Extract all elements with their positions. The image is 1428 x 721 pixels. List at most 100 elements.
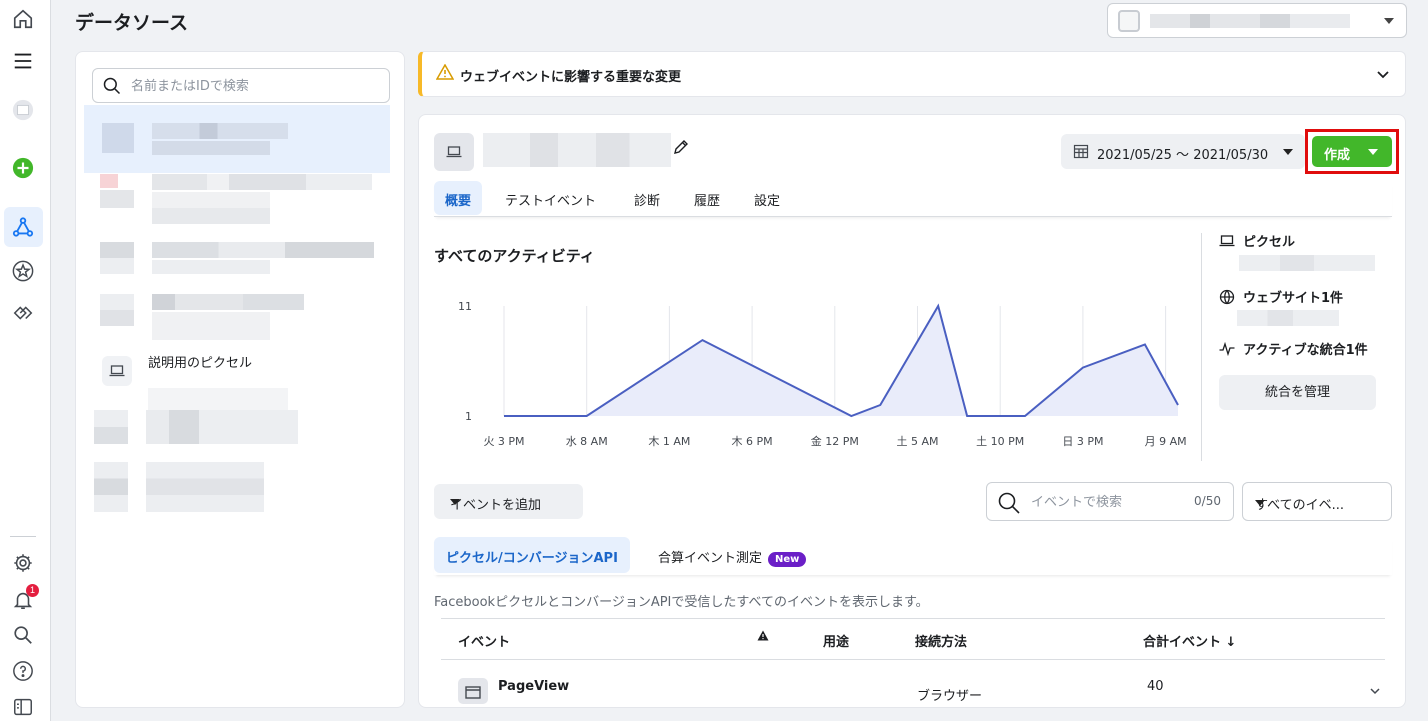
event-total: 40: [1147, 679, 1164, 694]
source-search-box[interactable]: [92, 68, 390, 103]
website-heading-text: ウェブサイト1件: [1243, 291, 1344, 306]
chart-x-tick-label: 月 9 AM: [1145, 435, 1187, 448]
chevron-down-icon: [1283, 149, 1293, 155]
account-avatar-icon[interactable]: [10, 97, 36, 123]
chevron-down-icon: [1384, 18, 1394, 24]
events-manager-icon[interactable]: [10, 214, 36, 240]
chart-series-area: [504, 306, 1179, 416]
manage-integrations-button[interactable]: 統合を管理: [1219, 375, 1376, 410]
date-range-text: 2021/05/25 〜 2021/05/30: [1097, 148, 1269, 163]
chevron-down-icon[interactable]: [1377, 68, 1389, 83]
chevron-down-icon: [450, 499, 460, 505]
redacted-block: [152, 123, 288, 139]
tab-diagnostics[interactable]: 診断: [623, 181, 671, 215]
date-range-picker[interactable]: 2021/05/25 〜 2021/05/30: [1061, 134, 1305, 169]
pixel-id-redacted: [1239, 255, 1375, 271]
search-icon: [103, 77, 121, 95]
pixel-name-redacted: [483, 133, 671, 167]
event-subtabs: ピクセル/コンバージョンAPI 合算イベント測定 New: [434, 537, 1392, 575]
add-event-label: イベントを追加: [450, 498, 542, 513]
create-button-label: 作成: [1324, 148, 1351, 163]
column-event[interactable]: イベント: [458, 631, 510, 650]
redacted-block: [148, 388, 288, 410]
tab-pixel-conversion-api[interactable]: ピクセル/コンバージョンAPI: [434, 537, 630, 573]
pixel-tabs: 概要 テストイベント 診断 履歴 設定: [434, 181, 1392, 217]
chart-x-tick-label: 金 12 PM: [811, 434, 859, 448]
event-search-count: 0/50: [1194, 494, 1221, 508]
redacted-block: [152, 294, 304, 310]
warning-icon: [757, 630, 769, 645]
data-source-list-panel: 説明用のピクセル: [75, 51, 405, 708]
column-connection-method[interactable]: 接続方法: [915, 631, 967, 650]
menu-icon[interactable]: [10, 48, 36, 74]
redacted-block: [152, 260, 270, 274]
toggle-panel-icon[interactable]: [10, 694, 36, 720]
redacted-block: [100, 294, 134, 326]
chart-y-tick-label: 11: [458, 300, 472, 313]
chart-x-tick-label: 水 8 AM: [566, 435, 608, 448]
account-name-redacted: [1150, 14, 1350, 28]
chart-x-tick-label: 火 3 PM: [483, 435, 524, 448]
tab-aggregated-event-measurement[interactable]: 合算イベント測定 New: [646, 537, 818, 573]
new-badge: New: [768, 552, 807, 567]
chart-x-tick-label: 土 10 PM: [976, 435, 1024, 448]
pixel-heading: ピクセル: [1219, 231, 1295, 250]
tab-aggregated-label: 合算イベント測定: [658, 551, 763, 566]
laptop-icon: [102, 356, 132, 386]
calendar-icon: [1073, 143, 1089, 163]
chevron-down-icon: [1255, 500, 1265, 506]
redacted-block: [94, 462, 128, 512]
home-icon[interactable]: [10, 6, 36, 32]
partner-icon[interactable]: [10, 300, 36, 326]
redacted-block: [152, 174, 372, 190]
chevron-down-icon: [1368, 149, 1378, 155]
laptop-icon: [1219, 234, 1235, 246]
banner-text: ウェブイベントに影響する重要な変更: [460, 70, 682, 85]
chevron-down-icon[interactable]: [1370, 684, 1380, 699]
redacted-block: [146, 410, 298, 444]
redacted-block: [100, 190, 134, 208]
table-row[interactable]: PageView ブラウザー 40: [441, 660, 1385, 707]
redacted-block: [102, 123, 134, 153]
pixel-overview-panel: 2021/05/25 〜 2021/05/30 作成 概要 テストイベント 診断…: [418, 114, 1406, 708]
column-usage[interactable]: 用途: [823, 631, 849, 650]
edit-pencil-icon[interactable]: [673, 139, 689, 159]
redacted-block: [152, 242, 374, 258]
tab-overview[interactable]: 概要: [434, 181, 483, 215]
settings-icon[interactable]: [10, 550, 36, 576]
event-connection: ブラウザー: [917, 689, 983, 704]
website-heading: ウェブサイト1件: [1219, 287, 1343, 306]
ad-account-selector[interactable]: [1107, 3, 1407, 38]
integration-heading-text: アクティブな統合1件: [1243, 343, 1368, 358]
event-filter-dropdown[interactable]: すべてのイベ...: [1242, 482, 1392, 521]
page-title: データソース: [75, 12, 189, 34]
tab-history[interactable]: 履歴: [683, 181, 731, 215]
integration-heading: アクティブな統合1件: [1219, 339, 1368, 358]
event-search-input[interactable]: [1031, 492, 1181, 512]
event-name: PageView: [498, 679, 570, 694]
search-icon: [998, 492, 1020, 514]
add-event-button[interactable]: イベントを追加: [434, 484, 583, 519]
source-search-input[interactable]: [131, 75, 381, 97]
table-header: イベント 用途 接続方法 合計イベント ↓: [441, 618, 1385, 660]
activity-chart: 111火 3 PM 水 8 AM 木 1 AM 木 6 PM 金 12 PM 土 5 AM…: [458, 300, 1187, 448]
notification-count-badge: 1: [26, 584, 39, 597]
create-button[interactable]: 作成: [1312, 136, 1392, 167]
event-filter-value: すべてのイベ...: [1255, 498, 1344, 513]
tab-test-events[interactable]: テストイベント: [494, 181, 607, 215]
star-icon[interactable]: [10, 258, 36, 284]
create-button-highlight: 作成: [1305, 129, 1399, 174]
help-icon[interactable]: [10, 658, 36, 684]
pixel-name-label: 説明用のピクセル: [148, 356, 253, 371]
column-total-events[interactable]: 合計イベント ↓: [1143, 631, 1236, 650]
search-icon[interactable]: [10, 622, 36, 648]
add-icon[interactable]: [10, 155, 36, 181]
selected-source-row[interactable]: [84, 105, 390, 173]
account-icon: [1118, 10, 1140, 32]
tab-settings[interactable]: 設定: [743, 181, 791, 215]
pixel-heading-text: ピクセル: [1243, 235, 1296, 250]
event-search-box[interactable]: 0/50: [986, 482, 1234, 521]
activity-section-title: すべてのアクティビティ: [434, 247, 595, 265]
web-events-warning-banner[interactable]: ウェブイベントに影響する重要な変更: [418, 51, 1406, 97]
laptop-icon: [434, 133, 474, 171]
